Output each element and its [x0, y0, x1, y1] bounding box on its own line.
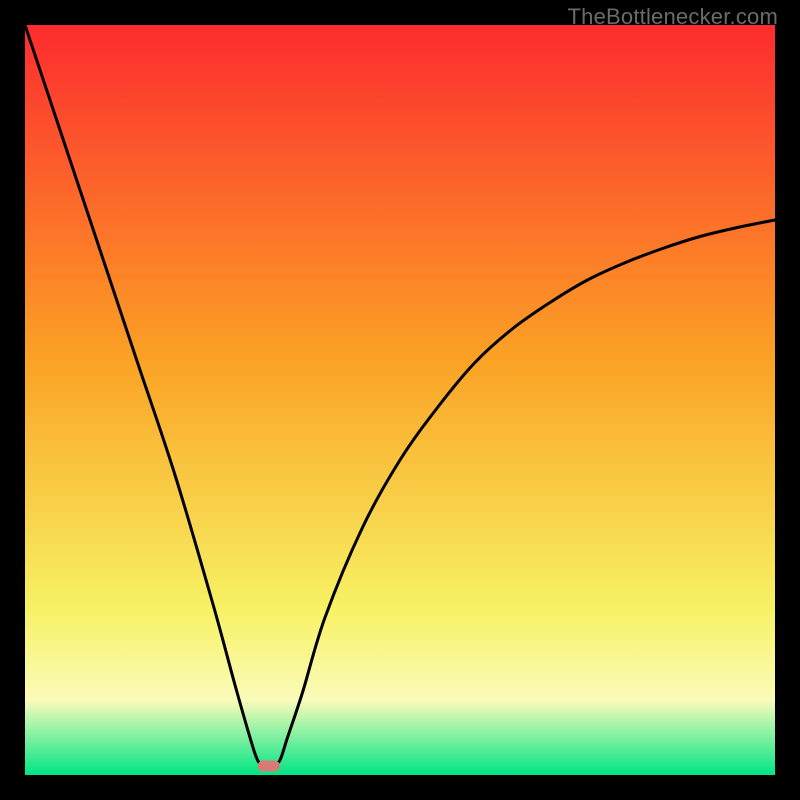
- bottleneck-chart-svg: [25, 25, 775, 775]
- watermark-text: TheBottlenecker.com: [568, 4, 778, 30]
- optimum-marker: [258, 761, 280, 772]
- gradient-background: [25, 25, 775, 775]
- chart-outer: TheBottlenecker.com: [0, 0, 800, 800]
- plot-area: [25, 25, 775, 775]
